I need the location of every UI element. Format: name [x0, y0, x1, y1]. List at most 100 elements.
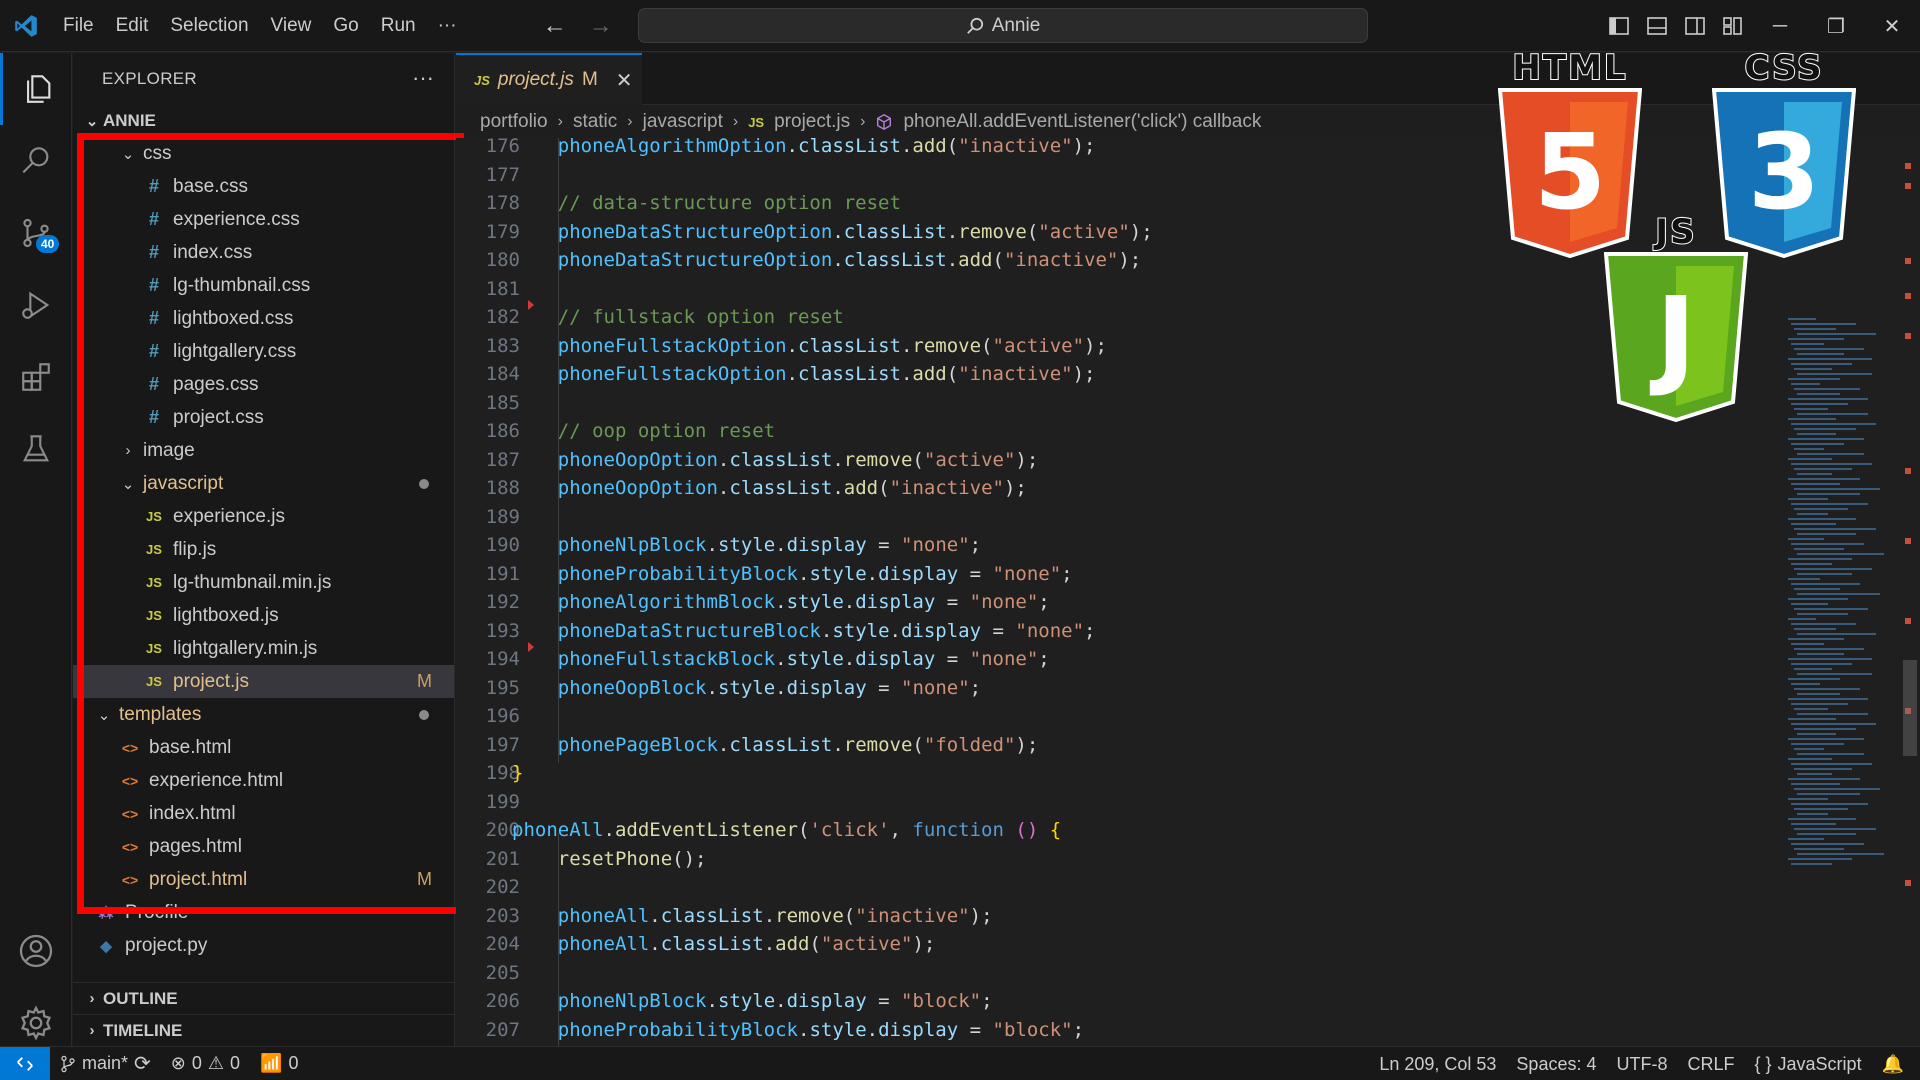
- code-token: style: [809, 1018, 867, 1041]
- ports-status[interactable]: 📶 0: [250, 1053, 308, 1074]
- file-item[interactable]: # experience.css: [73, 203, 454, 236]
- file-item[interactable]: JS project.js M: [73, 665, 454, 698]
- close-window-icon[interactable]: ✕: [1864, 0, 1920, 52]
- code-token: "block": [992, 1018, 1073, 1041]
- file-item[interactable]: # lg-thumbnail.css: [73, 269, 454, 302]
- code-token: .: [900, 334, 913, 357]
- line-ending-status[interactable]: CRLF: [1677, 1054, 1744, 1075]
- menu-item-view[interactable]: View: [260, 9, 323, 43]
- breadcrumb-item[interactable]: javascript: [643, 111, 723, 133]
- testing-flask-icon[interactable]: [0, 413, 72, 485]
- customize-layout-icon[interactable]: [1714, 0, 1752, 52]
- menu-item-file[interactable]: File: [52, 9, 105, 43]
- minimap[interactable]: [1780, 138, 1900, 1046]
- file-item[interactable]: <> experience.html: [73, 764, 454, 797]
- command-center-search[interactable]: Annie: [638, 8, 1368, 43]
- toggle-primary-sidebar-icon[interactable]: [1600, 0, 1638, 52]
- file-item[interactable]: <> base.html: [73, 731, 454, 764]
- breadcrumb-item[interactable]: phoneAll.addEventListener('click') callb…: [903, 111, 1261, 133]
- code-token: style: [786, 648, 844, 670]
- css-file-icon: #: [148, 242, 159, 262]
- remote-indicator-icon[interactable]: [0, 1046, 50, 1080]
- file-item[interactable]: JS lightboxed.js: [73, 599, 454, 632]
- accounts-icon[interactable]: [0, 915, 72, 987]
- menu-item-edit[interactable]: Edit: [105, 9, 160, 43]
- source-control-icon[interactable]: 40: [0, 197, 72, 269]
- breadcrumb-item[interactable]: static: [573, 111, 617, 133]
- scrollbar-thumb[interactable]: [1903, 660, 1917, 756]
- minimap-line: [1788, 358, 1872, 360]
- restore-icon[interactable]: ❐: [1808, 0, 1864, 52]
- minimap-line: [1797, 373, 1872, 375]
- minimap-line: [1791, 383, 1820, 385]
- back-arrow-icon[interactable]: ←: [543, 12, 567, 40]
- tab-project-js[interactable]: JS project.js M ✕: [456, 53, 642, 105]
- timeline-section[interactable]: › TIMELINE: [73, 1014, 454, 1046]
- code-token: resetPhone: [557, 847, 673, 870]
- encoding-status[interactable]: UTF-8: [1606, 1054, 1677, 1075]
- minimap-line: [1794, 668, 1832, 670]
- file-item[interactable]: # lightgallery.css: [73, 335, 454, 368]
- file-item[interactable]: JS experience.js: [73, 500, 454, 533]
- file-item[interactable]: # project.css: [73, 401, 454, 434]
- menu-more-button[interactable]: ···: [427, 9, 468, 43]
- file-label: index.html: [149, 802, 236, 824]
- forward-arrow-icon[interactable]: →: [589, 12, 613, 40]
- folder-item[interactable]: ⌄ javascript: [73, 467, 454, 500]
- file-item[interactable]: ◆ project.py: [73, 929, 454, 962]
- breadcrumb-item[interactable]: project.js: [774, 111, 850, 133]
- run-debug-icon[interactable]: [0, 269, 72, 341]
- code-token: .: [946, 249, 959, 271]
- breadcrumb-item[interactable]: portfolio: [480, 111, 548, 133]
- toggle-panel-icon[interactable]: [1638, 0, 1676, 52]
- scrollbar-track[interactable]: [1900, 138, 1920, 1046]
- menu-item-selection[interactable]: Selection: [159, 9, 259, 43]
- code-token: "inactive": [958, 363, 1073, 385]
- menu-item-go[interactable]: Go: [322, 9, 369, 43]
- notifications-bell-icon[interactable]: 🔔: [1872, 1054, 1920, 1075]
- code-token: );: [1003, 477, 1027, 499]
- search-icon[interactable]: [0, 125, 72, 197]
- folder-item[interactable]: ⌄ templates: [73, 698, 454, 731]
- file-item[interactable]: JS lg-thumbnail.min.js: [73, 566, 454, 599]
- file-item[interactable]: ⁂ Procfile: [73, 896, 454, 929]
- minimap-line: [1794, 528, 1876, 530]
- code-token: =: [958, 1018, 993, 1041]
- close-tab-icon[interactable]: ✕: [616, 68, 633, 93]
- file-item[interactable]: # lightboxed.css: [73, 302, 454, 335]
- workspace-root-folder[interactable]: ⌄ ANNIE: [73, 105, 454, 137]
- file-item[interactable]: <> index.html: [73, 797, 454, 830]
- code-token: ;: [969, 676, 982, 699]
- folder-item[interactable]: › image: [73, 434, 454, 467]
- extensions-icon[interactable]: [0, 341, 72, 413]
- problems-status[interactable]: ⊗ 0 ⚠ 0: [161, 1053, 250, 1074]
- explorer-icon[interactable]: [0, 53, 72, 125]
- file-item[interactable]: <> project.html M: [73, 863, 454, 896]
- sync-icon[interactable]: ⟳: [134, 1051, 151, 1076]
- file-item[interactable]: # index.css: [73, 236, 454, 269]
- file-item[interactable]: JS flip.js: [73, 533, 454, 566]
- outline-section[interactable]: › OUTLINE: [73, 982, 454, 1014]
- git-branch-status[interactable]: main* ⟳: [50, 1051, 161, 1076]
- indentation-status[interactable]: Spaces: 4: [1506, 1054, 1606, 1075]
- vscode-logo-icon: [0, 0, 52, 52]
- explorer-more-actions-icon[interactable]: ···: [412, 65, 434, 91]
- file-item[interactable]: JS lightgallery.min.js: [73, 632, 454, 665]
- menu-item-run[interactable]: Run: [370, 9, 427, 43]
- line-number: 194: [485, 648, 520, 670]
- language-mode[interactable]: { } JavaScript: [1745, 1054, 1872, 1075]
- file-item[interactable]: <> pages.html: [73, 830, 454, 863]
- code-token: ;: [1038, 591, 1050, 613]
- code-token: .: [717, 477, 730, 499]
- code-token: );: [1118, 249, 1142, 271]
- minimap-line: [1797, 573, 1852, 575]
- file-item[interactable]: # pages.css: [73, 368, 454, 401]
- minimize-icon[interactable]: ─: [1752, 0, 1808, 52]
- scrollbar-marker: [1905, 293, 1911, 299]
- explorer-title: EXPLORER: [102, 69, 197, 88]
- code-token: .: [797, 1018, 810, 1041]
- folder-item[interactable]: ⌄ css: [73, 137, 454, 170]
- file-item[interactable]: # base.css: [73, 170, 454, 203]
- toggle-secondary-sidebar-icon[interactable]: [1676, 0, 1714, 52]
- cursor-position[interactable]: Ln 209, Col 53: [1369, 1054, 1506, 1075]
